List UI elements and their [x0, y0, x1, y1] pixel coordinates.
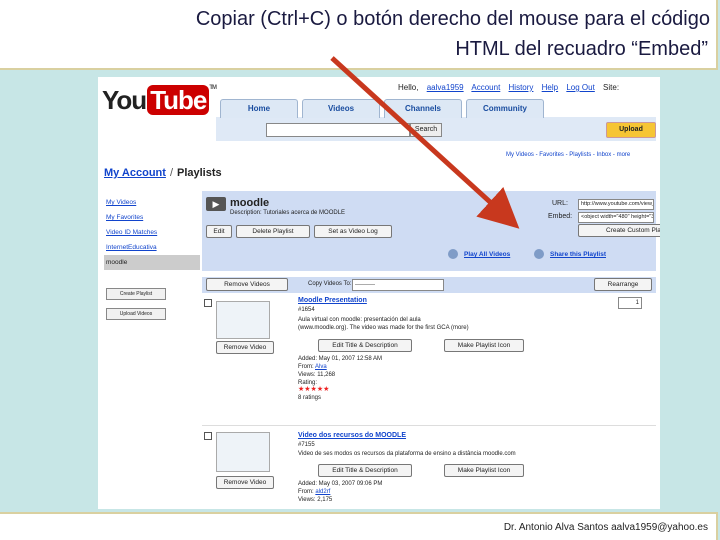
pointer-arrow — [330, 56, 520, 229]
footer-credit: Dr. Antonio Alva Santos aalva1959@yahoo.… — [503, 522, 708, 533]
slide-footer: Dr. Antonio Alva Santos aalva1959@yahoo.… — [0, 512, 718, 540]
arrow-line — [330, 56, 520, 229]
